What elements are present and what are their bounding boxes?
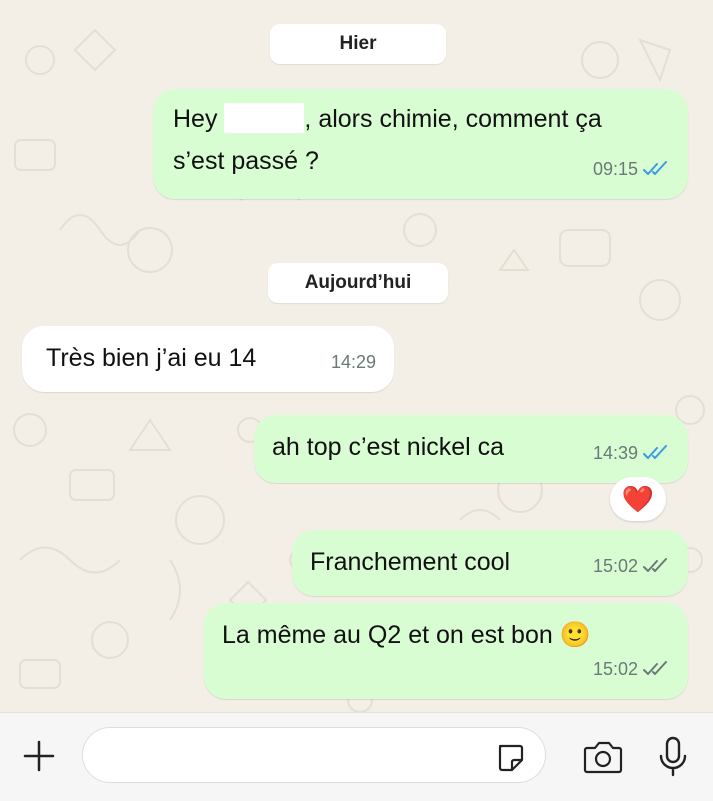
message-time: 15:02 [592, 659, 638, 679]
message-text-line1: Hey , alors chimie, comment ça [173, 103, 602, 133]
message-time: 14:29 [330, 352, 376, 372]
voice-message-button[interactable] [650, 733, 696, 781]
message-meta: 15:02 [593, 546, 670, 586]
message-text: La même au Q2 et on est bon 🙂 [222, 621, 591, 649]
message-meta: 09:15 [593, 149, 670, 189]
message-time: 09:15 [592, 159, 638, 179]
camera-button[interactable] [578, 735, 628, 779]
plus-icon [23, 740, 55, 772]
delivered-ticks-icon [643, 661, 667, 675]
date-divider-label: Hier [339, 33, 377, 54]
message-meta: 14:29 [331, 342, 376, 382]
message-text: Franchement cool [310, 548, 511, 576]
message-bubble-outgoing[interactable]: Hey , alors chimie, comment ça s’est pas… [153, 89, 688, 199]
message-text-line2: s’est passé ? [173, 147, 319, 175]
message-bubble-incoming[interactable]: Très bien j’ai eu 14 14:29 [22, 326, 394, 392]
composer-bar [0, 712, 713, 801]
reaction-badge[interactable]: ❤️ [610, 477, 666, 521]
date-divider-today: Aujourd’hui [268, 263, 448, 303]
message-text: Très bien j’ai eu 14 [46, 344, 257, 372]
message-meta: 15:02 [593, 649, 670, 689]
read-ticks-icon [643, 445, 667, 459]
read-ticks-icon [643, 161, 667, 175]
message-meta: 14:39 [593, 433, 670, 473]
heart-reaction-icon: ❤️ [621, 484, 655, 514]
camera-icon [583, 741, 623, 774]
sticker-icon [498, 744, 524, 772]
message-bubble-outgoing[interactable]: ah top c’est nickel ca 14:39 [254, 415, 688, 483]
delivered-ticks-icon [643, 558, 667, 572]
redacted-name [224, 103, 305, 133]
chat-background: Hier Hey , alors chimie, comment ça s’es… [0, 0, 713, 712]
sticker-button[interactable] [490, 739, 530, 775]
message-time: 14:39 [592, 443, 638, 463]
message-time: 15:02 [592, 556, 638, 576]
message-input[interactable] [82, 727, 546, 783]
message-text: ah top c’est nickel ca [272, 433, 505, 461]
date-divider-yesterday: Hier [270, 24, 446, 64]
microphone-icon [659, 736, 687, 777]
attach-button[interactable] [18, 735, 60, 777]
message-bubble-outgoing[interactable]: Franchement cool 15:02 [292, 530, 688, 596]
message-bubble-outgoing[interactable]: La même au Q2 et on est bon 🙂 15:02 [204, 603, 688, 699]
date-divider-label: Aujourd’hui [304, 272, 412, 293]
